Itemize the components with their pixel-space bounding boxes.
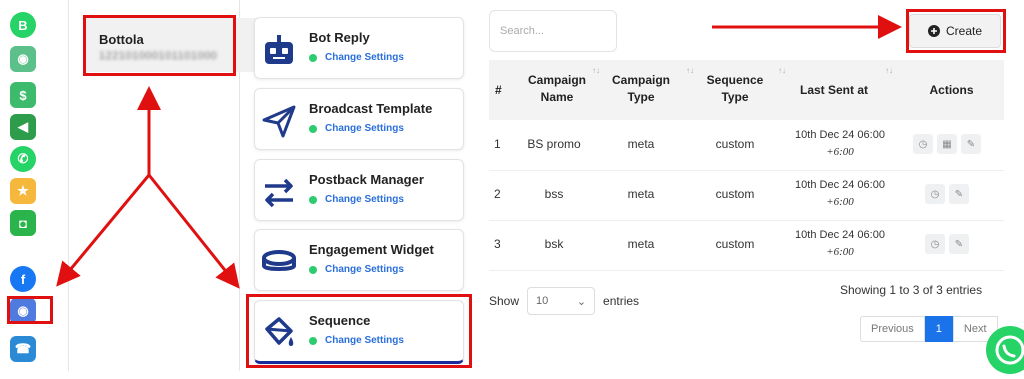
annotation-arrows <box>56 15 902 289</box>
